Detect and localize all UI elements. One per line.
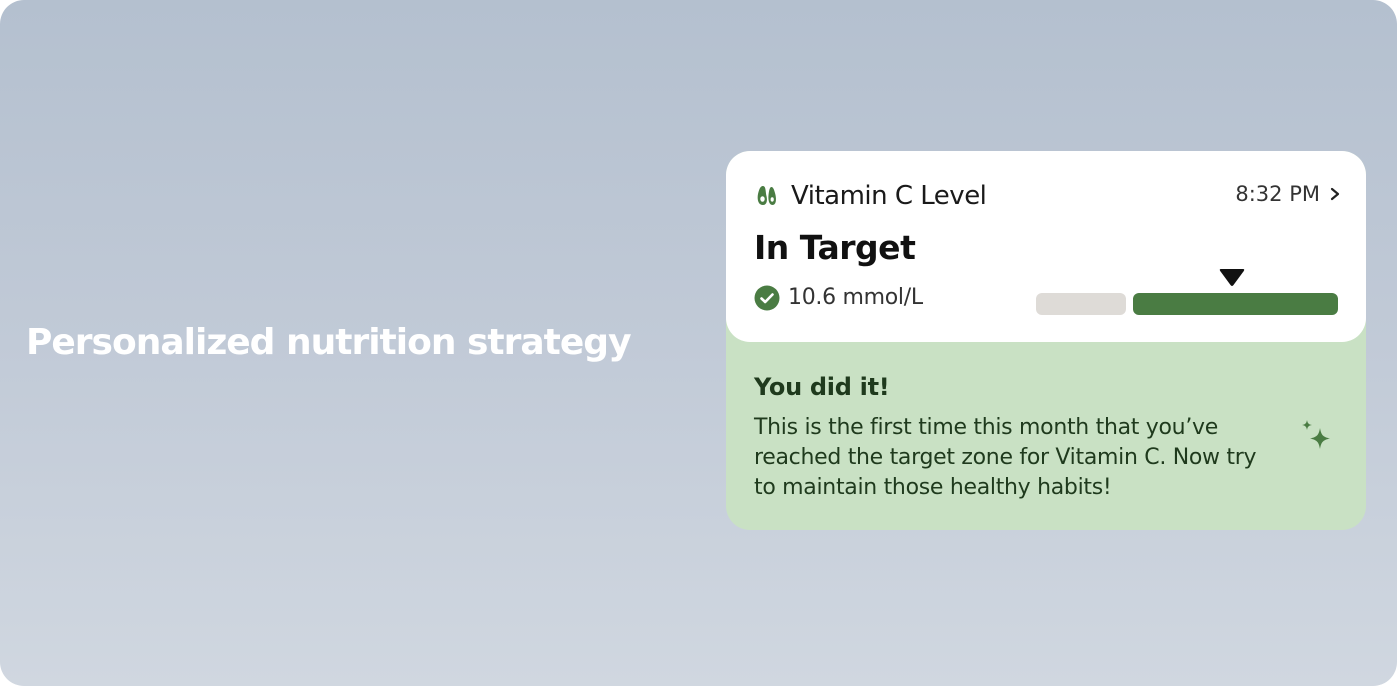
reading-time: 8:32 PM xyxy=(1235,182,1320,206)
details-link[interactable]: 8:32 PM xyxy=(1235,181,1342,207)
range-segment-target xyxy=(1133,293,1338,315)
message-title: You did it! xyxy=(754,373,890,401)
range-marker-icon xyxy=(1220,269,1245,286)
metric-title: Vitamin C Level xyxy=(791,181,987,211)
range-segment-below xyxy=(1036,293,1126,315)
measurement-value: 10.6 mmol/L xyxy=(788,285,923,310)
page-headline: Personalized nutrition strategy xyxy=(26,322,632,363)
chevron-right-icon[interactable] xyxy=(1328,187,1342,201)
avocado-icon xyxy=(757,186,776,205)
check-circle-icon xyxy=(754,285,780,311)
vitamin-card[interactable]: You did it! This is the first time this … xyxy=(726,151,1366,530)
range-bar xyxy=(1036,293,1338,315)
sparkle-icon xyxy=(1302,420,1330,449)
page-background: Personalized nutrition strategy You did … xyxy=(0,0,1397,686)
message-body: This is the first time this month that y… xyxy=(754,415,1257,500)
status-title: In Target xyxy=(754,228,916,267)
metric-panel: Vitamin C Level 8:32 PM In Target 10.6 m… xyxy=(726,151,1366,342)
